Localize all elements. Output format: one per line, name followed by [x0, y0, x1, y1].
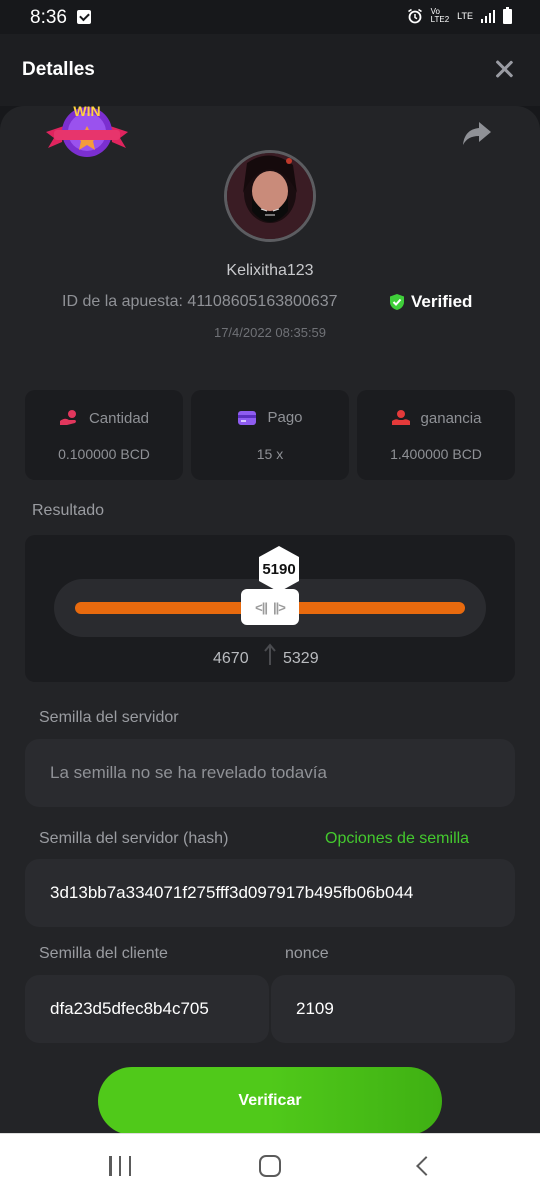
card-icon	[238, 410, 257, 425]
lte-label: LTE	[457, 11, 473, 21]
home-icon[interactable]	[259, 1155, 281, 1177]
result-slider-handle[interactable]: <|| ||>	[241, 589, 299, 625]
server-seed-field[interactable]: La semilla no se ha revelado todavía	[25, 739, 515, 807]
nonce-label: nonce	[285, 945, 329, 962]
win-badge-icon: WIN	[46, 104, 128, 157]
recent-apps-icon[interactable]	[109, 1156, 131, 1176]
server-seed-label: Semilla del servidor	[39, 709, 179, 726]
back-icon[interactable]	[415, 1156, 429, 1176]
battery-icon	[503, 6, 512, 24]
status-icons: Vo LTE2 LTE	[407, 6, 512, 24]
seed-options-link[interactable]: Opciones de semilla	[325, 830, 469, 848]
result-label: Resultado	[32, 502, 105, 519]
client-seed-field[interactable]: dfa23d5dfec8b4c705	[25, 975, 269, 1043]
verified-badge: Verified	[389, 292, 472, 312]
stat-amount: Cantidad 0.100000 BCD	[25, 390, 183, 480]
chevron-right-icon: ||>	[273, 599, 286, 615]
notification-check-icon	[77, 10, 91, 24]
volte-icon: Vo LTE2	[430, 7, 450, 24]
profit-hand-icon	[391, 410, 410, 425]
alarm-icon	[407, 8, 422, 24]
client-seed-value: dfa23d5dfec8b4c705	[50, 999, 209, 1018]
avatar	[224, 150, 316, 242]
close-icon[interactable]	[492, 57, 516, 81]
verify-button[interactable]: Verificar	[98, 1067, 442, 1135]
stat-amount-label: Cantidad	[88, 409, 150, 427]
signal-icon	[481, 9, 495, 23]
stat-payout-value: 15 x	[256, 446, 284, 462]
win-badge-text: WIN	[73, 104, 100, 119]
coins-hand-icon	[59, 410, 76, 425]
server-seed-hash-field[interactable]: 3d13bb7a334071f275fff3d097917b495fb06b04…	[25, 859, 515, 927]
server-seed-hash-label: Semilla del servidor (hash)	[39, 830, 229, 847]
stat-profit-label: ganancia	[420, 409, 482, 427]
shield-check-icon	[390, 294, 404, 310]
range-high: 5329	[283, 650, 319, 667]
verified-label: Verified	[411, 292, 473, 311]
server-seed-value: La semilla no se ha revelado todavía	[50, 763, 327, 782]
stat-payout-label: Pago	[267, 409, 303, 426]
page-title: Detalles	[22, 59, 95, 80]
range-low: 4670	[213, 650, 249, 667]
client-seed-label: Semilla del cliente	[39, 945, 168, 962]
bet-id: ID de la apuesta: 41108605163800637	[62, 293, 338, 310]
nonce-field[interactable]: 2109	[271, 975, 515, 1043]
result-card: <|| ||> 5190 4670 5329	[25, 535, 515, 682]
verify-button-label: Verificar	[238, 1092, 302, 1109]
stat-profit: ganancia 1.400000 BCD	[357, 390, 515, 480]
share-icon[interactable]	[462, 120, 492, 146]
stat-profit-value: 1.400000 BCD	[390, 446, 482, 462]
result-value-badge: 5190	[254, 544, 304, 594]
result-value: 5190	[262, 561, 296, 578]
system-navbar	[0, 1133, 540, 1200]
server-seed-hash-value: 3d13bb7a334071f275fff3d097917b495fb06b04…	[50, 883, 414, 902]
avatar-image	[227, 153, 313, 239]
arrow-up-icon	[264, 643, 276, 665]
stat-amount-value: 0.100000 BCD	[58, 446, 150, 462]
status-bar: 8:36 Vo LTE2 LTE	[0, 0, 540, 34]
username: Kelixitha123	[226, 262, 314, 279]
bet-datetime: 17/4/2022 08:35:59	[213, 325, 327, 340]
details-header: Detalles	[0, 34, 540, 106]
nonce-value: 2109	[296, 999, 334, 1018]
stat-payout: Pago 15 x	[191, 390, 349, 480]
status-time: 8:36	[30, 7, 67, 28]
chevron-left-icon: <||	[255, 599, 268, 615]
